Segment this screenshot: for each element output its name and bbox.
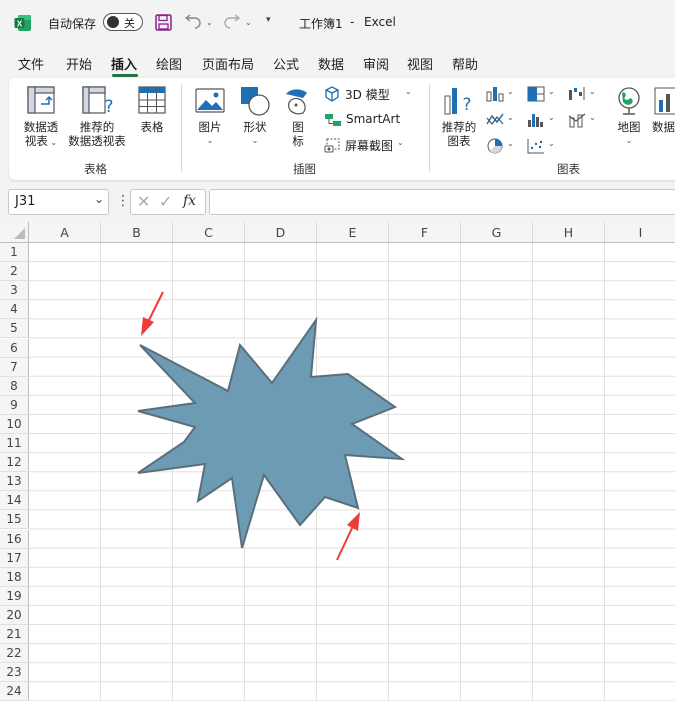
explosion-shape[interactable] <box>0 0 675 701</box>
starburst-shape[interactable] <box>137 316 406 549</box>
arrow-bottom-right-icon <box>336 512 360 561</box>
arrow-top-left-icon <box>141 291 164 336</box>
